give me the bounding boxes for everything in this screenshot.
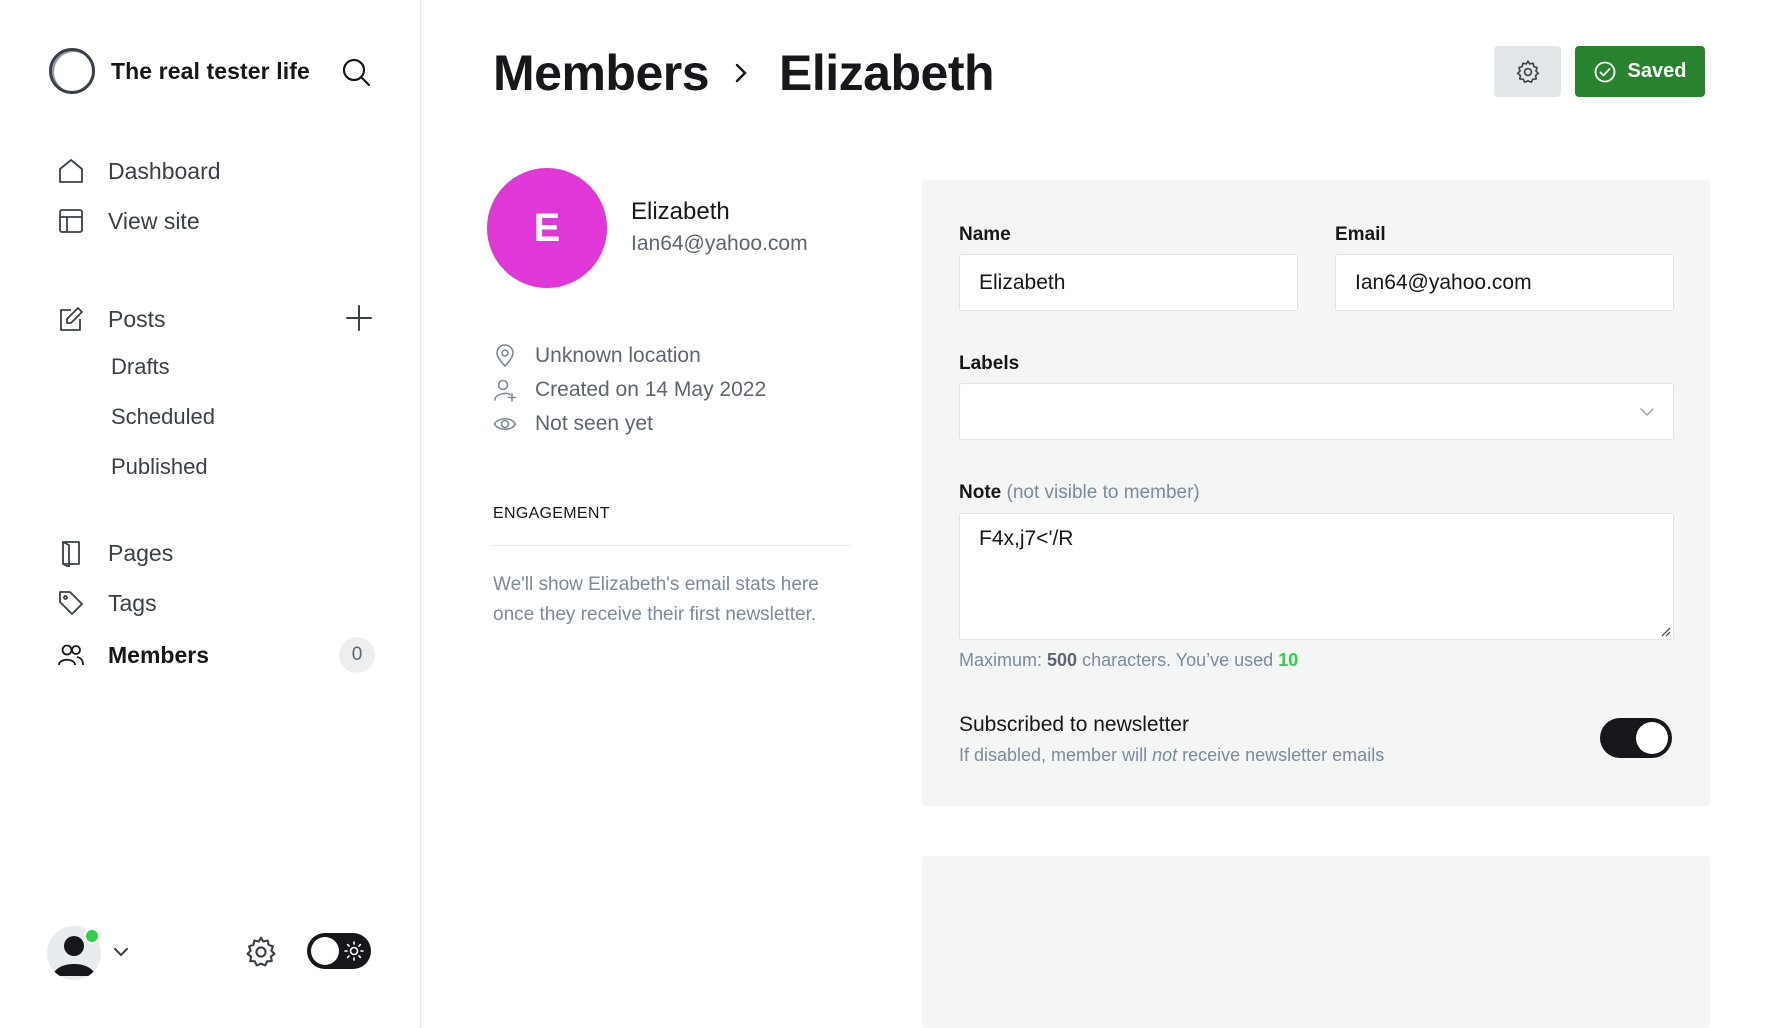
newsletter-description: If disabled, member will not receive new… [959, 745, 1384, 766]
newsletter-desc-suffix: receive newsletter emails [1177, 745, 1385, 765]
member-last-seen-text: Not seen yet [535, 412, 653, 435]
member-avatar: E [487, 168, 607, 288]
nav-view-site[interactable]: View site [57, 201, 200, 241]
nav-dashboard-label: Dashboard [108, 157, 221, 184]
breadcrumb-current: Elizabeth [779, 45, 995, 101]
settings-gear-icon[interactable] [244, 935, 278, 969]
member-name: Elizabeth [631, 198, 730, 225]
newsletter-title: Subscribed to newsletter [959, 713, 1189, 736]
newsletter-toggle[interactable] [1600, 718, 1672, 758]
chevron-right-icon [735, 63, 747, 83]
member-last-seen: Not seen yet [493, 412, 653, 436]
note-label: Note (not visible to member) [959, 482, 1200, 504]
breadcrumb-members-link[interactable]: Members [493, 44, 710, 102]
nav-posts[interactable]: Posts [57, 299, 166, 339]
saved-button[interactable]: Saved [1575, 46, 1705, 97]
nav-pages[interactable]: Pages [57, 533, 173, 573]
user-add-icon [494, 379, 517, 402]
nav-scheduled[interactable]: Scheduled [111, 399, 215, 435]
engagement-text: We'll show Elizabeth's email stats here … [493, 574, 819, 625]
newsletter-desc-em: not [1152, 745, 1178, 765]
hint-used: 10 [1278, 650, 1299, 670]
member-location-text: Unknown location [535, 344, 701, 367]
nav-tags-label: Tags [108, 589, 157, 616]
layout-icon [59, 209, 83, 233]
theme-toggle-knob [311, 937, 339, 965]
name-field[interactable]: Elizabeth [959, 254, 1298, 311]
sidebar: The real tester life Dashboard View site… [0, 0, 421, 1028]
hint-max: 500 [1047, 650, 1078, 670]
member-location: Unknown location [493, 344, 701, 368]
member-settings-button[interactable] [1494, 46, 1561, 97]
members-count-badge: 0 [339, 637, 375, 673]
hint-prefix: Maximum: [959, 650, 1048, 670]
sun-icon [344, 941, 364, 961]
saved-button-label: Saved [1627, 60, 1687, 82]
home-icon [59, 159, 83, 183]
member-created-text: Created on 14 May 2022 [535, 378, 767, 401]
breadcrumb: Members Elizabeth [493, 44, 995, 102]
nav-posts-label: Posts [108, 305, 166, 332]
hint-middle: characters. You’ve used [1077, 650, 1279, 670]
note-label-muted: (not visible to member) [1006, 482, 1200, 503]
tag-icon [59, 591, 83, 615]
page-icon [62, 541, 80, 567]
chevron-down-icon [1640, 408, 1654, 417]
nav-members-label: Members [108, 641, 209, 668]
newsletter-desc-prefix: If disabled, member will [959, 745, 1153, 765]
nav-view-site-label: View site [108, 207, 200, 234]
labels-select[interactable] [959, 383, 1674, 440]
member-email: Ian64@yahoo.com [631, 232, 808, 255]
engagement-heading: ENGAGEMENT [493, 505, 610, 522]
location-pin-icon [496, 344, 514, 368]
online-status-dot [84, 928, 100, 944]
nav-tags[interactable]: Tags [57, 583, 157, 623]
gear-icon [1516, 59, 1539, 83]
labels-label: Labels [959, 353, 1020, 374]
search-icon[interactable] [340, 56, 372, 88]
name-label: Name [959, 224, 1011, 245]
check-circle-icon [1594, 61, 1615, 82]
site-logo [49, 48, 95, 94]
secondary-card [922, 856, 1710, 1028]
nav-dashboard[interactable]: Dashboard [57, 151, 221, 191]
add-post-plus-icon[interactable] [344, 303, 374, 333]
nav-drafts[interactable]: Drafts [111, 349, 170, 385]
note-textarea-value: F4x,j7<'/R [979, 527, 1074, 550]
chevron-down-icon[interactable] [111, 942, 131, 962]
member-created: Created on 14 May 2022 [493, 378, 766, 402]
edit-icon [60, 307, 83, 331]
nav-published[interactable]: Published [111, 449, 208, 485]
note-textarea[interactable]: F4x,j7<'/R [959, 513, 1674, 640]
members-icon [58, 644, 84, 666]
theme-toggle[interactable] [307, 933, 371, 969]
eye-icon [493, 417, 517, 431]
note-label-text: Note [959, 482, 1002, 503]
site-brand[interactable]: The real tester life [49, 48, 310, 94]
resize-grip-icon[interactable] [1659, 625, 1671, 637]
nav-pages-label: Pages [108, 539, 174, 566]
site-title: The real tester life [111, 57, 310, 84]
email-label: Email [1335, 224, 1386, 245]
engagement-divider [493, 545, 850, 546]
nav-members[interactable]: Members [57, 635, 209, 675]
newsletter-toggle-knob [1636, 722, 1668, 754]
note-char-count: Maximum: 500 characters. You’ve used 10 [959, 650, 1298, 671]
email-field[interactable]: Ian64@yahoo.com [1335, 254, 1674, 311]
